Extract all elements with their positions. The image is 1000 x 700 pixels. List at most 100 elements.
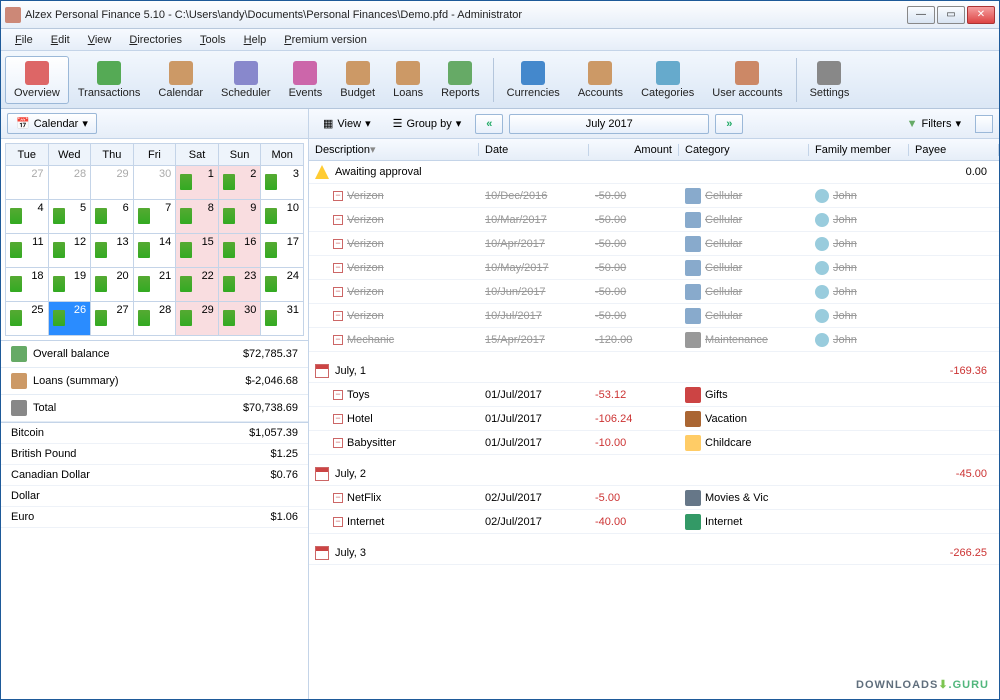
transaction-row[interactable]: −Toys01/Jul/2017-53.12Gifts bbox=[309, 383, 999, 407]
toolbar-settings[interactable]: Settings bbox=[801, 56, 859, 104]
cal-cell[interactable]: 29 bbox=[91, 166, 134, 200]
group-row[interactable]: July, 3-266.25 bbox=[309, 542, 999, 565]
cal-cell[interactable]: 30 bbox=[218, 302, 261, 336]
cal-cell[interactable]: 31 bbox=[261, 302, 304, 336]
col-date[interactable]: Date bbox=[479, 144, 589, 156]
summary-row[interactable]: Loans (summary)$-2,046.68 bbox=[1, 368, 308, 395]
toolbar-reports[interactable]: Reports bbox=[432, 56, 489, 104]
cal-cell[interactable]: 24 bbox=[261, 268, 304, 302]
toolbar-overview[interactable]: Overview bbox=[5, 56, 69, 104]
calendar-grid[interactable]: TueWedThuFriSatSunMon2728293012345678910… bbox=[5, 143, 304, 336]
cal-cell[interactable]: 14 bbox=[133, 234, 176, 268]
currency-row[interactable]: Dollar bbox=[1, 486, 308, 507]
next-period-button[interactable]: » bbox=[715, 114, 743, 134]
currency-list[interactable]: Bitcoin$1,057.39British Pound$1.25Canadi… bbox=[1, 422, 308, 699]
toolbar-loans[interactable]: Loans bbox=[384, 56, 432, 104]
cal-cell[interactable]: 20 bbox=[91, 268, 134, 302]
cal-cell[interactable]: 21 bbox=[133, 268, 176, 302]
group-row[interactable]: July, 1-169.36 bbox=[309, 360, 999, 383]
toolbar-accounts[interactable]: Accounts bbox=[569, 56, 632, 104]
summary-row[interactable]: Overall balance$72,785.37 bbox=[1, 341, 308, 368]
toolbar-user-accounts[interactable]: User accounts bbox=[703, 56, 791, 104]
menu-edit[interactable]: Edit bbox=[43, 32, 78, 48]
cal-cell[interactable]: 28 bbox=[133, 302, 176, 336]
filters-dropdown[interactable]: ▼ Filters ▾ bbox=[899, 114, 969, 133]
col-amount[interactable]: Amount bbox=[589, 144, 679, 156]
cal-cell[interactable]: 13 bbox=[91, 234, 134, 268]
cal-cell[interactable]: 29 bbox=[176, 302, 219, 336]
toolbar-currencies[interactable]: Currencies bbox=[498, 56, 569, 104]
cal-cell[interactable]: 11 bbox=[6, 234, 49, 268]
cal-cell[interactable]: 1 bbox=[176, 166, 219, 200]
menu-view[interactable]: View bbox=[80, 32, 120, 48]
toolbar-events[interactable]: Events bbox=[280, 56, 332, 104]
transaction-row[interactable]: −Verizon10/May/2017-50.00CellularJohn bbox=[309, 256, 999, 280]
cal-cell[interactable]: 26 bbox=[48, 302, 91, 336]
transaction-row[interactable]: −Hotel01/Jul/2017-106.24Vacation bbox=[309, 407, 999, 431]
cal-cell[interactable]: 30 bbox=[133, 166, 176, 200]
group-row[interactable]: Awaiting approval0.00 bbox=[309, 161, 999, 184]
cal-cell[interactable]: 7 bbox=[133, 200, 176, 234]
transaction-row[interactable]: −Verizon10/Jun/2017-50.00CellularJohn bbox=[309, 280, 999, 304]
transaction-row[interactable]: −Verizon10/Apr/2017-50.00CellularJohn bbox=[309, 232, 999, 256]
transaction-row[interactable]: −Babysitter01/Jul/2017-10.00Childcare bbox=[309, 431, 999, 455]
transaction-row[interactable]: −Mechanic15/Apr/2017-120.00MaintenanceJo… bbox=[309, 328, 999, 352]
transaction-row[interactable]: −Internet02/Jul/2017-40.00Internet bbox=[309, 510, 999, 534]
col-category[interactable]: Category bbox=[679, 144, 809, 156]
cal-cell[interactable]: 6 bbox=[91, 200, 134, 234]
menu-tools[interactable]: Tools bbox=[192, 32, 234, 48]
currency-row[interactable]: Bitcoin$1,057.39 bbox=[1, 423, 308, 444]
currency-row[interactable]: Euro$1.06 bbox=[1, 507, 308, 528]
currency-row[interactable]: Canadian Dollar$0.76 bbox=[1, 465, 308, 486]
menu-help[interactable]: Help bbox=[236, 32, 275, 48]
minimize-button[interactable]: — bbox=[907, 6, 935, 24]
cal-cell[interactable]: 16 bbox=[218, 234, 261, 268]
prev-period-button[interactable]: « bbox=[475, 114, 503, 134]
cal-cell[interactable]: 25 bbox=[6, 302, 49, 336]
currency-row[interactable]: British Pound$1.25 bbox=[1, 444, 308, 465]
summary-row[interactable]: Total$70,738.69 bbox=[1, 395, 308, 422]
cal-cell[interactable]: 23 bbox=[218, 268, 261, 302]
cal-cell[interactable]: 19 bbox=[48, 268, 91, 302]
col-payee[interactable]: Payee bbox=[909, 144, 999, 156]
cal-cell[interactable]: 2 bbox=[218, 166, 261, 200]
toolbar-transactions[interactable]: Transactions bbox=[69, 56, 150, 104]
close-button[interactable]: ✕ bbox=[967, 6, 995, 24]
toolbar-budget[interactable]: Budget bbox=[331, 56, 384, 104]
cal-cell[interactable]: 5 bbox=[48, 200, 91, 234]
calendar-dropdown[interactable]: 📅 Calendar ▾ bbox=[7, 113, 97, 134]
view-dropdown[interactable]: ▦ View ▾ bbox=[315, 114, 379, 133]
col-family[interactable]: Family member bbox=[809, 144, 909, 156]
cal-cell[interactable]: 3 bbox=[261, 166, 304, 200]
menu-file[interactable]: File bbox=[7, 32, 41, 48]
panel-toggle-button[interactable] bbox=[975, 115, 993, 133]
cal-cell[interactable]: 15 bbox=[176, 234, 219, 268]
transaction-row[interactable]: −NetFlix02/Jul/2017-5.00Movies & Vic bbox=[309, 486, 999, 510]
period-button[interactable]: July 2017 bbox=[509, 114, 709, 134]
cal-cell[interactable]: 8 bbox=[176, 200, 219, 234]
transaction-row[interactable]: −Verizon10/Dec/2016-50.00CellularJohn bbox=[309, 184, 999, 208]
group-row[interactable]: July, 2-45.00 bbox=[309, 463, 999, 486]
cal-cell[interactable]: 17 bbox=[261, 234, 304, 268]
grid-body[interactable]: Awaiting approval0.00−Verizon10/Dec/2016… bbox=[309, 161, 999, 699]
menu-premium-version[interactable]: Premium version bbox=[276, 32, 375, 48]
maximize-button[interactable]: ▭ bbox=[937, 6, 965, 24]
title-bar[interactable]: Alzex Personal Finance 5.10 - C:\Users\a… bbox=[1, 1, 999, 29]
grid-header[interactable]: Description▾ Date Amount Category Family… bbox=[309, 139, 999, 161]
toolbar-scheduler[interactable]: Scheduler bbox=[212, 56, 280, 104]
transaction-row[interactable]: −Verizon10/Mar/2017-50.00CellularJohn bbox=[309, 208, 999, 232]
cal-cell[interactable]: 10 bbox=[261, 200, 304, 234]
cal-cell[interactable]: 27 bbox=[6, 166, 49, 200]
groupby-dropdown[interactable]: ☰ Group by ▾ bbox=[385, 114, 470, 133]
cal-cell[interactable]: 4 bbox=[6, 200, 49, 234]
menu-directories[interactable]: Directories bbox=[121, 32, 190, 48]
cal-cell[interactable]: 18 bbox=[6, 268, 49, 302]
transaction-row[interactable]: −Verizon10/Jul/2017-50.00CellularJohn bbox=[309, 304, 999, 328]
cal-cell[interactable]: 9 bbox=[218, 200, 261, 234]
cal-cell[interactable]: 22 bbox=[176, 268, 219, 302]
toolbar-calendar[interactable]: Calendar bbox=[149, 56, 212, 104]
cal-cell[interactable]: 28 bbox=[48, 166, 91, 200]
toolbar-categories[interactable]: Categories bbox=[632, 56, 703, 104]
cal-cell[interactable]: 27 bbox=[91, 302, 134, 336]
cal-cell[interactable]: 12 bbox=[48, 234, 91, 268]
